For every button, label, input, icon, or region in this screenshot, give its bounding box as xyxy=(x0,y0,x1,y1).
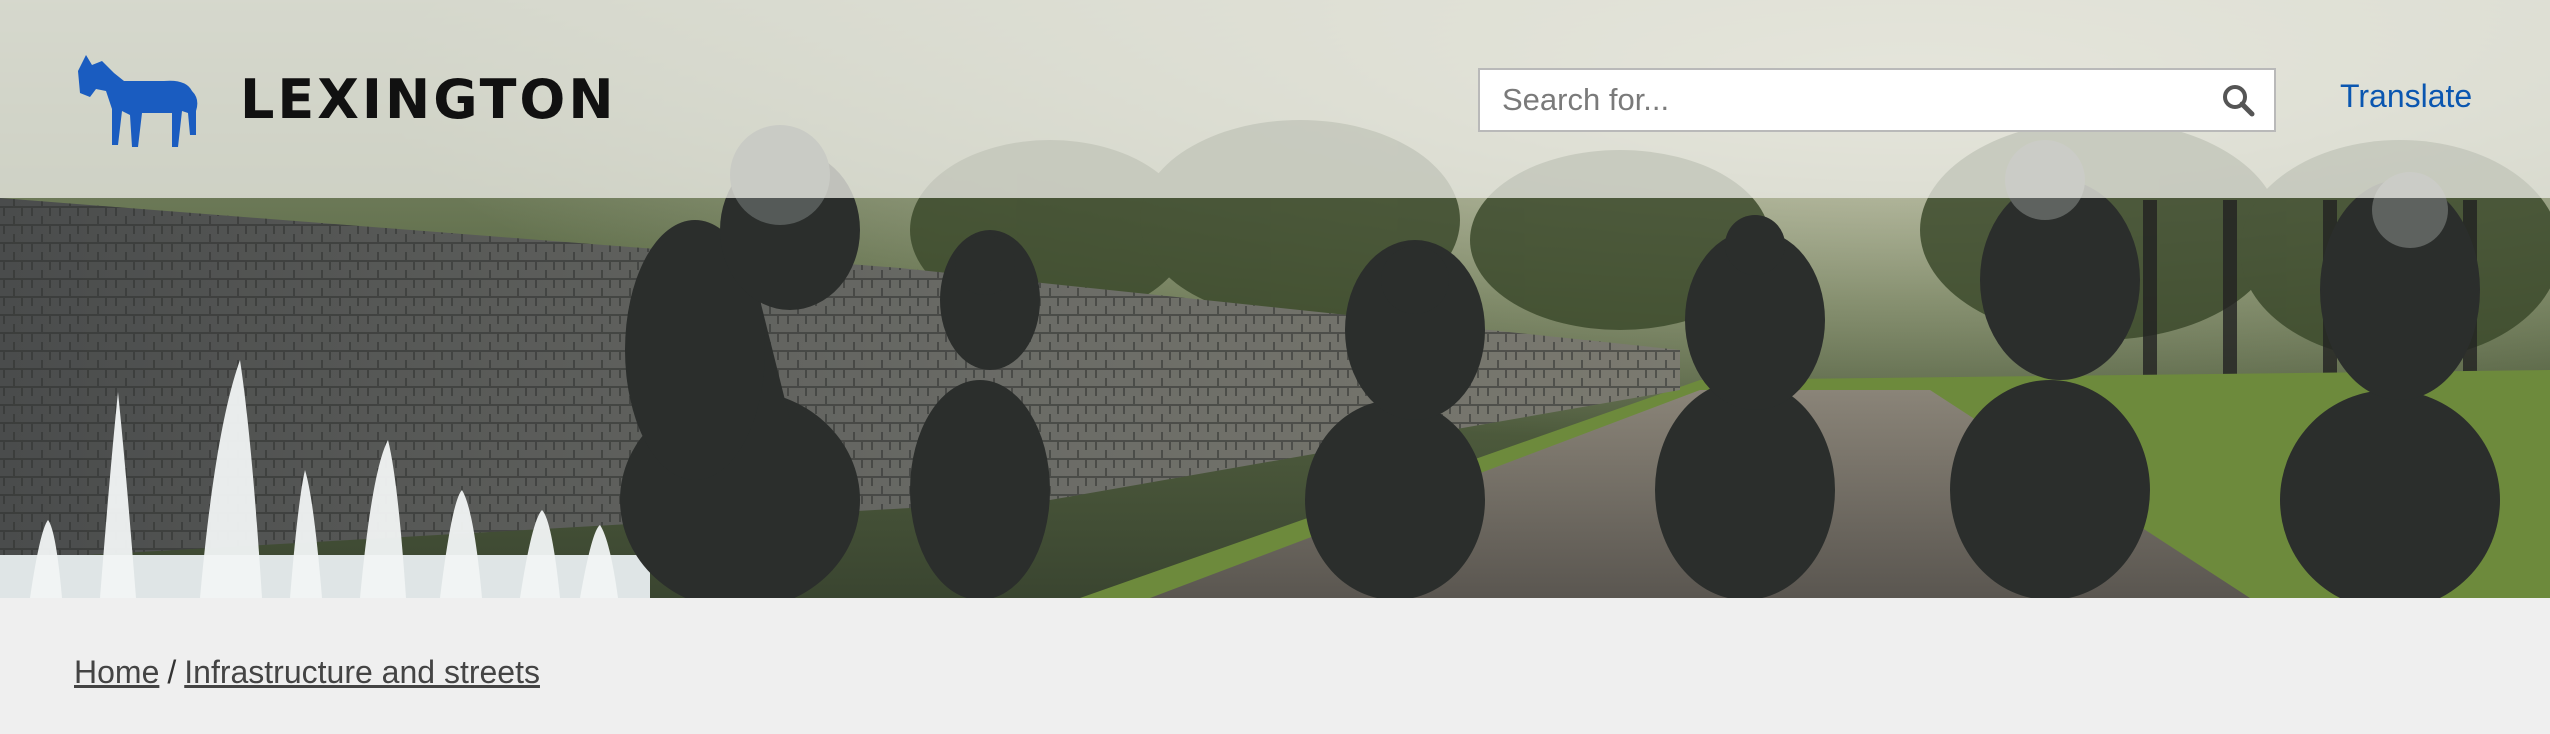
breadcrumb-separator: / xyxy=(167,654,177,690)
search-button[interactable] xyxy=(2202,70,2274,130)
hero-banner: LEXINGTON Translate xyxy=(0,0,2550,598)
translate-link[interactable]: Translate xyxy=(2340,78,2472,115)
breadcrumb-home-link[interactable]: Home xyxy=(74,654,159,690)
search-input[interactable] xyxy=(1480,69,2202,131)
breadcrumb-infrastructure-link[interactable]: Infrastructure and streets xyxy=(184,654,540,690)
breadcrumb: Home / Infrastructure and streets xyxy=(74,654,540,691)
logo-text: LEXINGTON xyxy=(240,68,617,131)
search-bar xyxy=(1478,68,2276,132)
search-icon xyxy=(2223,85,2255,117)
site-logo[interactable]: LEXINGTON xyxy=(72,50,617,150)
horse-icon xyxy=(78,55,198,147)
